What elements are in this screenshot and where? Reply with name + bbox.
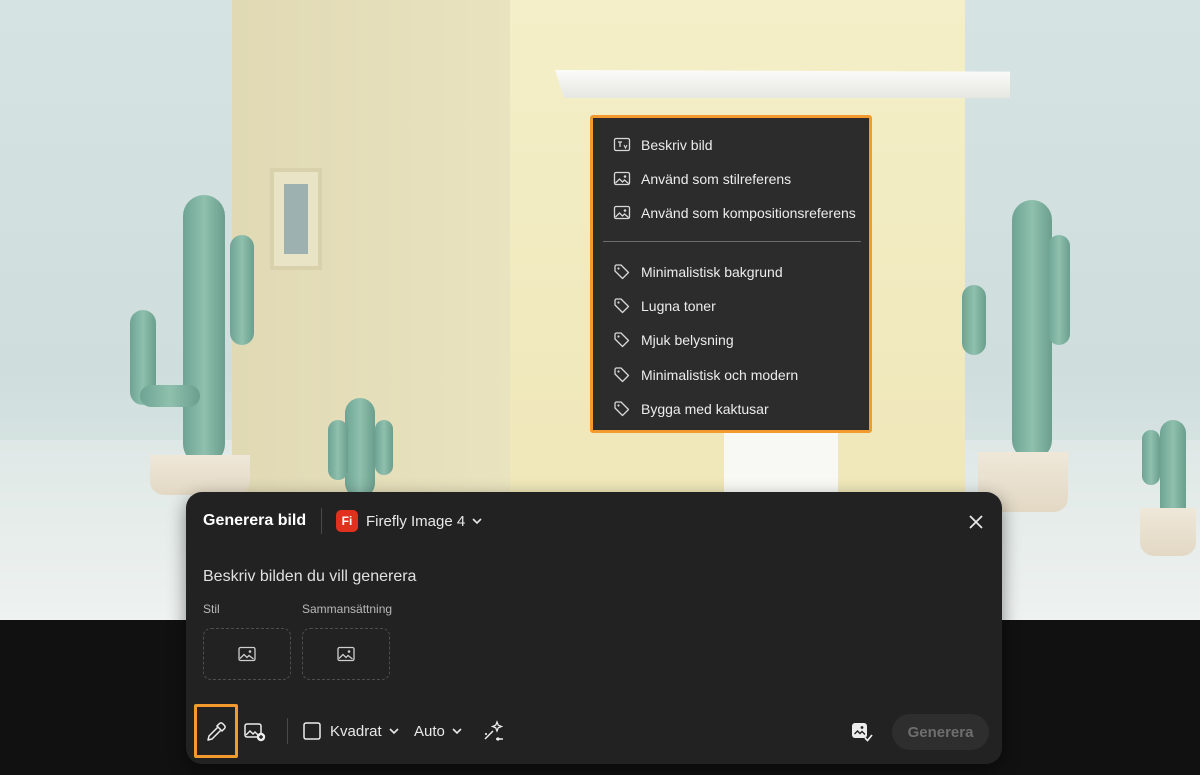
square-aspect-icon — [303, 722, 321, 740]
chevron-down-icon — [452, 728, 462, 735]
title-divider — [321, 508, 322, 534]
tag-icon — [614, 332, 630, 348]
menu-item-label: Lugna toner — [641, 298, 716, 314]
image-icon — [613, 171, 631, 186]
house-door — [724, 430, 838, 500]
menu-item-use-as-composition-reference[interactable]: Använd som kompositionsreferens — [613, 198, 863, 228]
eyedropper-icon — [207, 722, 226, 741]
cactus-small — [345, 398, 375, 498]
firefly-logo-icon: Fi — [336, 510, 358, 532]
style-reference-dropzone[interactable] — [203, 628, 291, 680]
toolbar-divider — [287, 718, 288, 744]
menu-item-suggestion[interactable]: Bygga med kaktusar — [613, 394, 863, 424]
menu-item-suggestion[interactable]: Minimalistisk bakgrund — [613, 257, 863, 287]
cactus-far-right-arm — [1142, 430, 1160, 485]
menu-item-label: Använd som kompositionsreferens — [641, 205, 856, 221]
tag-icon — [614, 264, 630, 280]
prompt-input[interactable] — [203, 564, 963, 590]
tag-icon — [614, 367, 630, 383]
menu-item-suggestion[interactable]: Mjuk belysning — [613, 325, 863, 355]
image-icon — [238, 646, 256, 662]
image-icon — [613, 205, 631, 220]
close-icon[interactable] — [966, 512, 986, 532]
menu-item-label: Minimalistisk bakgrund — [641, 264, 783, 280]
house-awning — [555, 70, 1010, 98]
cactus-pot-far-right — [1140, 508, 1196, 556]
generate-image-panel: Generera bild Fi Firefly Image 4 Stil Sa… — [186, 492, 1002, 764]
menu-item-label: Använd som stilreferens — [641, 171, 792, 187]
effects-button[interactable] — [482, 720, 506, 744]
menu-item-suggestion[interactable]: Lugna toner — [613, 291, 863, 321]
style-reference-label: Stil — [203, 602, 220, 616]
menu-item-label: Mjuk belysning — [641, 332, 734, 348]
cactus-right-arm-1 — [962, 285, 986, 355]
aspect-ratio-select[interactable]: Kvadrat — [302, 721, 400, 741]
cactus-left-arm-3 — [230, 235, 254, 345]
cactus-small-arm — [328, 420, 348, 480]
cactus-far-right — [1160, 420, 1186, 520]
eyedropper-button[interactable] — [204, 720, 228, 744]
quality-select[interactable]: Auto — [414, 721, 463, 741]
cactus-left — [183, 195, 225, 465]
menu-item-label: Minimalistisk och modern — [641, 367, 799, 383]
model-name: Firefly Image 4 — [366, 512, 466, 530]
cactus-right — [1012, 200, 1052, 460]
chevron-down-icon — [389, 728, 399, 735]
content-credentials-button[interactable] — [850, 720, 874, 744]
menu-item-label: Bygga med kaktusar — [641, 401, 769, 417]
chevron-down-icon — [472, 518, 482, 525]
generate-button[interactable]: Generera — [892, 714, 989, 750]
tag-icon — [614, 298, 630, 314]
aspect-ratio-value: Kvadrat — [330, 722, 382, 740]
image-icon — [337, 646, 355, 662]
composition-reference-label: Sammansättning — [302, 602, 393, 616]
menu-divider — [603, 241, 861, 242]
menu-item-use-as-style-reference[interactable]: Använd som stilreferens — [613, 164, 863, 194]
menu-item-describe-image[interactable]: Beskriv bild — [613, 130, 863, 160]
describe-image-icon — [613, 137, 631, 152]
tag-icon — [614, 401, 630, 417]
context-menu: Beskriv bild Använd som stilreferens Anv… — [590, 115, 872, 433]
cactus-small-arm-2 — [375, 420, 393, 475]
cactus-right-arm-2 — [1048, 235, 1070, 345]
sparkle-effects-icon — [484, 720, 504, 741]
house-window — [270, 168, 322, 270]
add-image-icon — [244, 723, 266, 742]
context-menu-panel: Beskriv bild Använd som stilreferens Anv… — [595, 120, 867, 428]
composition-reference-dropzone[interactable] — [302, 628, 390, 680]
panel-title: Generera bild — [203, 512, 307, 529]
cactus-left-arm-2 — [140, 385, 200, 407]
menu-item-label: Beskriv bild — [641, 137, 713, 153]
cactus-pot-left — [150, 455, 250, 495]
add-image-button[interactable] — [243, 720, 267, 744]
model-selector[interactable]: Fi Firefly Image 4 — [336, 509, 483, 533]
menu-item-suggestion[interactable]: Minimalistisk och modern — [613, 360, 863, 390]
quality-value: Auto — [414, 722, 445, 740]
image-check-icon — [852, 723, 873, 742]
